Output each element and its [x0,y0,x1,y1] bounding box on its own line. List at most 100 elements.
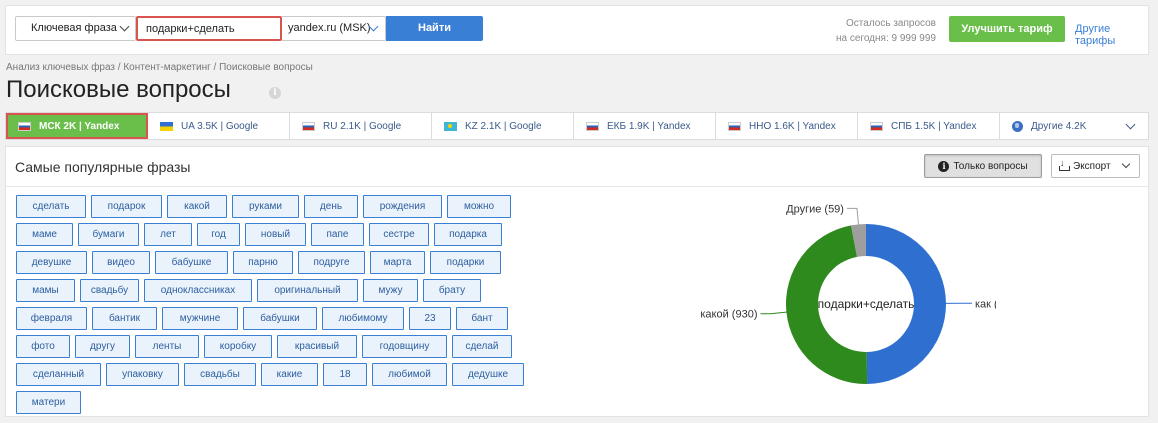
breadcrumb: Анализ ключевых фраз / Контент-маркетинг… [6,62,313,73]
region-tabs: МСК 2K | Yandex UA 3.5K | Google RU 2.1K… [5,112,1149,140]
phrase-chip[interactable]: коробку [204,335,272,358]
phrase-chip[interactable]: мужчине [162,307,238,330]
phrase-chip[interactable]: красивый [277,335,357,358]
panel-title: Самые популярные фразы [15,159,191,175]
phrase-chip[interactable]: любимой [372,363,447,386]
phrase-chip[interactable]: парню [233,251,293,274]
phrase-chip[interactable]: 23 [409,307,451,330]
phrase-chip[interactable]: маме [16,223,73,246]
phrase-chips: сделать подарок какой руками день рожден… [16,195,541,419]
tab-label: ЕКБ 1.9K | Yandex [607,120,691,132]
export-label: Экспорт [1073,160,1111,172]
only-questions-label: Только вопросы [953,160,1028,172]
tab-label: KZ 2.1K | Google [465,120,542,132]
phrase-chip[interactable]: подруге [298,251,365,274]
phrase-chip[interactable]: одноклассниках [144,279,252,302]
database-select[interactable]: yandex.ru (MSK) [282,16,386,41]
phrase-chip[interactable]: сделай [452,335,512,358]
phrase-chip[interactable]: упаковку [106,363,179,386]
phrase-chip[interactable]: подарки [430,251,501,274]
phrase-chip[interactable]: мамы [16,279,75,302]
only-questions-button[interactable]: i Только вопросы [924,154,1042,178]
download-icon [1059,158,1070,171]
phrase-chip[interactable]: подарка [434,223,502,246]
find-button[interactable]: Найти [386,16,483,41]
tab-label: СПБ 1.5K | Yandex [891,120,977,132]
phrase-chip[interactable]: новый [245,223,306,246]
slice-connector [760,311,787,315]
search-mode-value: Ключевая фраза [31,22,117,34]
other-plans-link[interactable]: Другие тарифы [1075,23,1148,47]
russia-flag-icon [18,121,31,131]
phrase-chip[interactable]: годовщину [362,335,447,358]
phrase-chip[interactable]: бабушке [155,251,228,274]
ukraine-flag-icon [160,121,173,131]
upgrade-plan-button[interactable]: Улучшить тариф [949,16,1065,42]
slice-connector [846,207,859,225]
chip-row: сделанный упаковку свадьбы какие 18 люби… [16,363,541,386]
tab-other-regions[interactable]: Другие 4.2K [1000,113,1148,139]
phrase-chip[interactable]: дедушке [452,363,524,386]
phrase-chip[interactable]: другу [75,335,130,358]
chevron-down-icon[interactable] [1125,119,1136,130]
phrase-chip[interactable]: фото [16,335,70,358]
phrase-chip[interactable]: брату [423,279,481,302]
phrase-chip[interactable]: какие [261,363,318,386]
chevron-down-icon [1121,159,1131,169]
phrase-chip[interactable]: сестре [369,223,429,246]
phrase-chip[interactable]: свадьбу [80,279,139,302]
russia-flag-icon [586,121,599,131]
chevron-down-icon [119,21,130,32]
tab-msk-yandex[interactable]: МСК 2K | Yandex [6,113,148,139]
phrase-chip[interactable]: подарок [91,195,162,218]
tab-spb-yandex[interactable]: СПБ 1.5K | Yandex [858,113,1000,139]
chip-row: мамы свадьбу одноклассниках оригинальный… [16,279,541,302]
tab-ru-google[interactable]: RU 2.1K | Google [290,113,432,139]
search-mode-select[interactable]: Ключевая фраза [15,16,136,41]
search-input[interactable] [136,16,282,41]
phrase-chip[interactable]: лет [144,223,192,246]
phrase-chip[interactable]: какой [167,195,227,218]
phrase-chip[interactable]: бабушки [243,307,317,330]
divider [6,186,1148,187]
phrase-chip[interactable]: можно [447,195,511,218]
phrase-chip[interactable]: матери [16,391,81,414]
tab-label: UA 3.5K | Google [181,120,259,132]
phrase-chip[interactable]: марта [370,251,425,274]
chip-row: матери [16,391,541,414]
phrase-chip[interactable]: бант [456,307,508,330]
info-icon[interactable]: i [269,87,281,99]
tab-label: RU 2.1K | Google [323,120,402,132]
tab-ua-google[interactable]: UA 3.5K | Google [148,113,290,139]
phrase-chip[interactable]: год [197,223,240,246]
phrase-chip[interactable]: сделать [16,195,86,218]
phrase-chip[interactable]: сделанный [16,363,101,386]
chip-row: маме бумаги лет год новый папе сестре по… [16,223,541,246]
phrase-chip[interactable]: свадьбы [184,363,256,386]
phrase-chip[interactable]: бумаги [78,223,139,246]
phrase-chip[interactable]: оригинальный [257,279,358,302]
export-button[interactable]: Экспорт [1051,154,1140,178]
phrase-chip[interactable]: 18 [323,363,367,386]
tab-ekb-yandex[interactable]: ЕКБ 1.9K | Yandex [574,113,716,139]
globe-icon [1012,120,1023,132]
page-title: Поисковые вопросы [6,76,231,103]
chip-row: февраля бантик мужчине бабушки любимому … [16,307,541,330]
phrase-chip[interactable]: видео [92,251,150,274]
tab-nno-yandex[interactable]: ННО 1.6K | Yandex [716,113,858,139]
phrase-chip[interactable]: февраля [16,307,87,330]
phrase-chip[interactable]: руками [232,195,299,218]
phrase-chip[interactable]: ленты [135,335,199,358]
tab-kz-google[interactable]: KZ 2.1K | Google [432,113,574,139]
requests-remaining-line1: Осталось запросов [846,18,936,29]
phrase-chip[interactable]: день [304,195,358,218]
phrase-chip[interactable]: мужу [363,279,418,302]
chip-row: фото другу ленты коробку красивый годовщ… [16,335,541,358]
phrase-chip[interactable]: рождения [363,195,442,218]
slice-label: как (980) [975,298,996,310]
phrase-chip[interactable]: бантик [92,307,157,330]
slice-label: Другие (59) [786,203,844,215]
phrase-chip[interactable]: девушке [16,251,87,274]
phrase-chip[interactable]: любимому [322,307,404,330]
phrase-chip[interactable]: папе [311,223,364,246]
